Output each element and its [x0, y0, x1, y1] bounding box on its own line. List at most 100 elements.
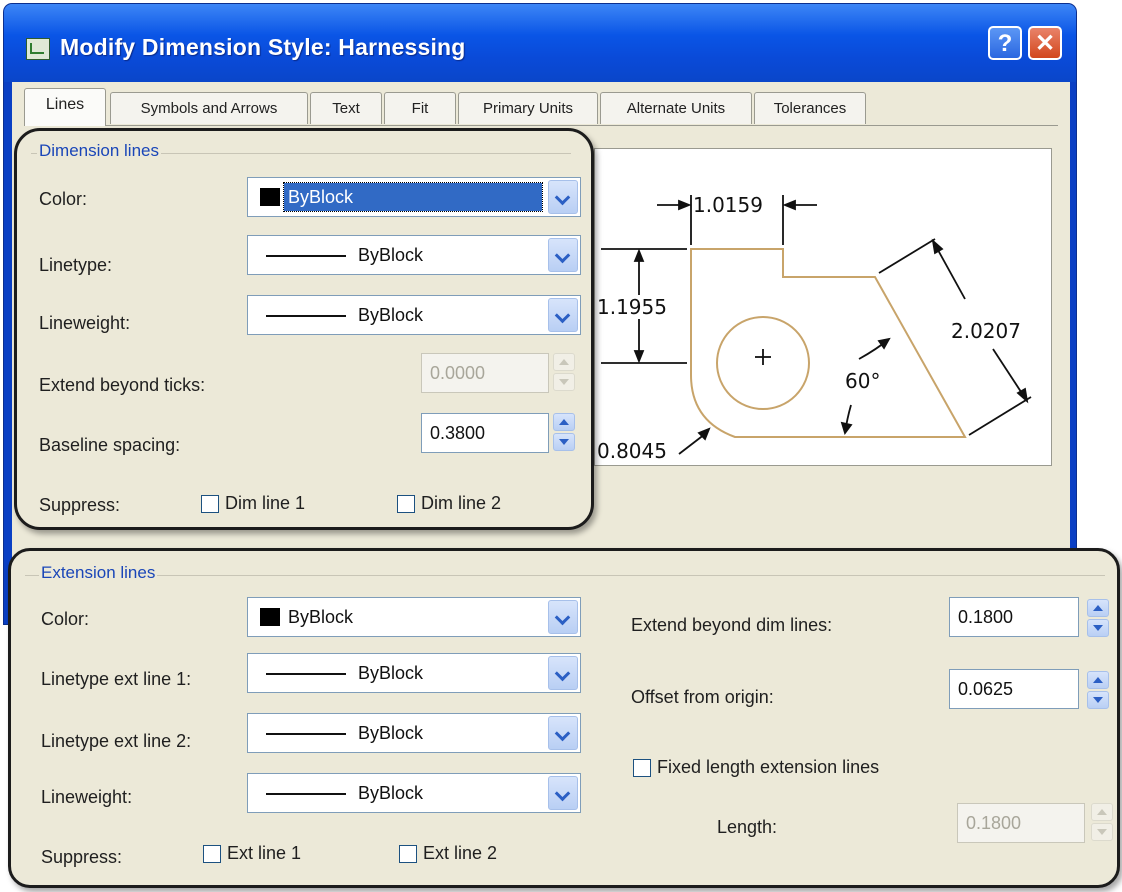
ext-linetype2-value: ByBlock [358, 723, 424, 743]
dim-lineweight-value: ByBlock [358, 305, 424, 325]
close-button[interactable]: ✕ [1028, 26, 1062, 60]
spin-up-icon [553, 353, 575, 371]
dim-color-label: Color: [39, 189, 88, 209]
title-bar[interactable]: Modify Dimension Style: Harnessing ? ✕ [4, 4, 1076, 82]
spin-up-icon[interactable] [1087, 671, 1109, 689]
tab-symbols-and-arrows[interactable]: Symbols and Arrows [110, 92, 308, 124]
ext-linetype1-select[interactable]: ByBlock [247, 653, 581, 693]
linetype-sample [266, 673, 346, 675]
linetype-sample [266, 733, 346, 735]
offset-origin-input[interactable]: 0.0625 [949, 669, 1079, 709]
extend-ticks-label: Extend beyond ticks: [39, 375, 206, 395]
checkbox-box[interactable] [399, 844, 417, 863]
spin-up-icon [1091, 803, 1113, 821]
ext-suppress-label: Suppress: [41, 847, 123, 867]
dimension-preview: 1.0159 1.1955 2.0207 60° 0.8045 [594, 148, 1052, 466]
dim-color-value: ByBlock [288, 187, 354, 207]
dim-line-2-label: Dim line 2 [421, 493, 502, 513]
baseline-spacing-input[interactable]: 0.3800 [421, 413, 549, 453]
chevron-down-icon[interactable] [548, 180, 578, 214]
spin-up-icon[interactable] [1087, 599, 1109, 617]
dim-linetype-select[interactable]: ByBlock [247, 235, 581, 275]
tab-primary-units[interactable]: Primary Units [458, 92, 598, 124]
extension-lines-panel: Extension lines Color: ByBlock Linetype … [8, 548, 1120, 888]
ext-color-value: ByBlock [288, 607, 354, 627]
ext-line-1-checkbox[interactable]: Ext line 1 [203, 843, 301, 864]
length-spinner [1091, 803, 1115, 843]
extend-dim-lines-spinner[interactable] [1087, 599, 1111, 639]
dim-line-1-checkbox[interactable]: Dim line 1 [201, 493, 305, 514]
baseline-spacing-spinner[interactable] [553, 413, 577, 453]
dim-text-angle: 60° [845, 369, 881, 393]
dim-lineweight-select[interactable]: ByBlock [247, 295, 581, 335]
dimension-lines-title: Dimension lines [37, 141, 161, 161]
ext-line-diag-top [878, 238, 936, 274]
color-swatch [260, 608, 280, 626]
spin-down-icon[interactable] [1087, 691, 1109, 709]
baseline-spacing-value: 0.3800 [430, 423, 486, 443]
dim-linetype-value: ByBlock [358, 245, 424, 265]
offset-origin-spinner[interactable] [1087, 671, 1111, 711]
checkbox-box[interactable] [633, 758, 651, 777]
app-icon [26, 38, 50, 60]
tab-divider [24, 125, 1058, 126]
checkbox-box[interactable] [201, 494, 219, 513]
linetype-sample [266, 255, 346, 257]
dim-text-top: 1.0159 [693, 193, 763, 217]
ext-line-2-label: Ext line 2 [423, 843, 498, 863]
spin-down-icon [1091, 823, 1113, 841]
offset-origin-value: 0.0625 [958, 679, 1014, 699]
tab-text[interactable]: Text [310, 92, 382, 124]
leader-line [678, 433, 706, 455]
dimension-lines-panel: Dimension lines Color: ByBlock Linetype:… [14, 128, 594, 530]
spin-down-icon[interactable] [553, 433, 575, 451]
chevron-down-icon[interactable] [548, 600, 578, 634]
dim-text-radius: 0.8045 [597, 439, 667, 463]
ext-lineweight-label: Lineweight: [41, 787, 133, 807]
fixed-length-checkbox[interactable]: Fixed length extension lines [633, 757, 879, 778]
ext-linetype1-label: Linetype ext line 1: [41, 669, 192, 689]
extension-lines-title: Extension lines [39, 563, 158, 583]
window-title: Modify Dimension Style: Harnessing [60, 34, 466, 60]
ext-line-1-label: Ext line 1 [227, 843, 302, 863]
checkbox-box[interactable] [397, 494, 415, 513]
tab-alternate-units[interactable]: Alternate Units [600, 92, 752, 124]
dim-text-diagonal: 2.0207 [951, 319, 1021, 343]
spin-up-icon[interactable] [553, 413, 575, 431]
length-input: 0.1800 [957, 803, 1085, 843]
extend-dim-lines-input[interactable]: 0.1800 [949, 597, 1079, 637]
spin-down-icon [553, 373, 575, 391]
chevron-down-icon[interactable] [548, 776, 578, 810]
tab-tolerances[interactable]: Tolerances [754, 92, 866, 124]
part-outline [690, 248, 967, 438]
extend-ticks-value: 0.0000 [430, 363, 486, 383]
ext-line-diag-bottom [968, 396, 1032, 436]
arrow-left-top [633, 248, 645, 262]
spin-down-icon[interactable] [1087, 619, 1109, 637]
ext-linetype2-select[interactable]: ByBlock [247, 713, 581, 753]
chevron-down-icon[interactable] [548, 298, 578, 332]
chevron-down-icon[interactable] [548, 656, 578, 690]
extend-dim-lines-value: 0.1800 [958, 607, 1014, 627]
baseline-spacing-label: Baseline spacing: [39, 435, 181, 455]
dim-color-select[interactable]: ByBlock [247, 177, 581, 217]
ext-line-2-checkbox[interactable]: Ext line 2 [399, 843, 497, 864]
group-border [25, 575, 1105, 576]
lineweight-sample [266, 793, 346, 795]
arrow-left-bottom [633, 350, 645, 364]
help-button[interactable]: ? [988, 26, 1022, 60]
ext-linetype1-value: ByBlock [358, 663, 424, 683]
checkbox-box[interactable] [203, 844, 221, 863]
fixed-length-label: Fixed length extension lines [657, 757, 880, 777]
ext-color-select[interactable]: ByBlock [247, 597, 581, 637]
dim-line-2-checkbox[interactable]: Dim line 2 [397, 493, 501, 514]
ext-lineweight-select[interactable]: ByBlock [247, 773, 581, 813]
chevron-down-icon[interactable] [548, 716, 578, 750]
arrow-top-left [678, 199, 692, 211]
tab-fit[interactable]: Fit [384, 92, 456, 124]
chevron-down-icon[interactable] [548, 238, 578, 272]
arrow-top-right [782, 199, 796, 211]
dim-line-1-label: Dim line 1 [225, 493, 306, 513]
length-value: 0.1800 [966, 813, 1022, 833]
tab-lines[interactable]: Lines [24, 88, 106, 126]
